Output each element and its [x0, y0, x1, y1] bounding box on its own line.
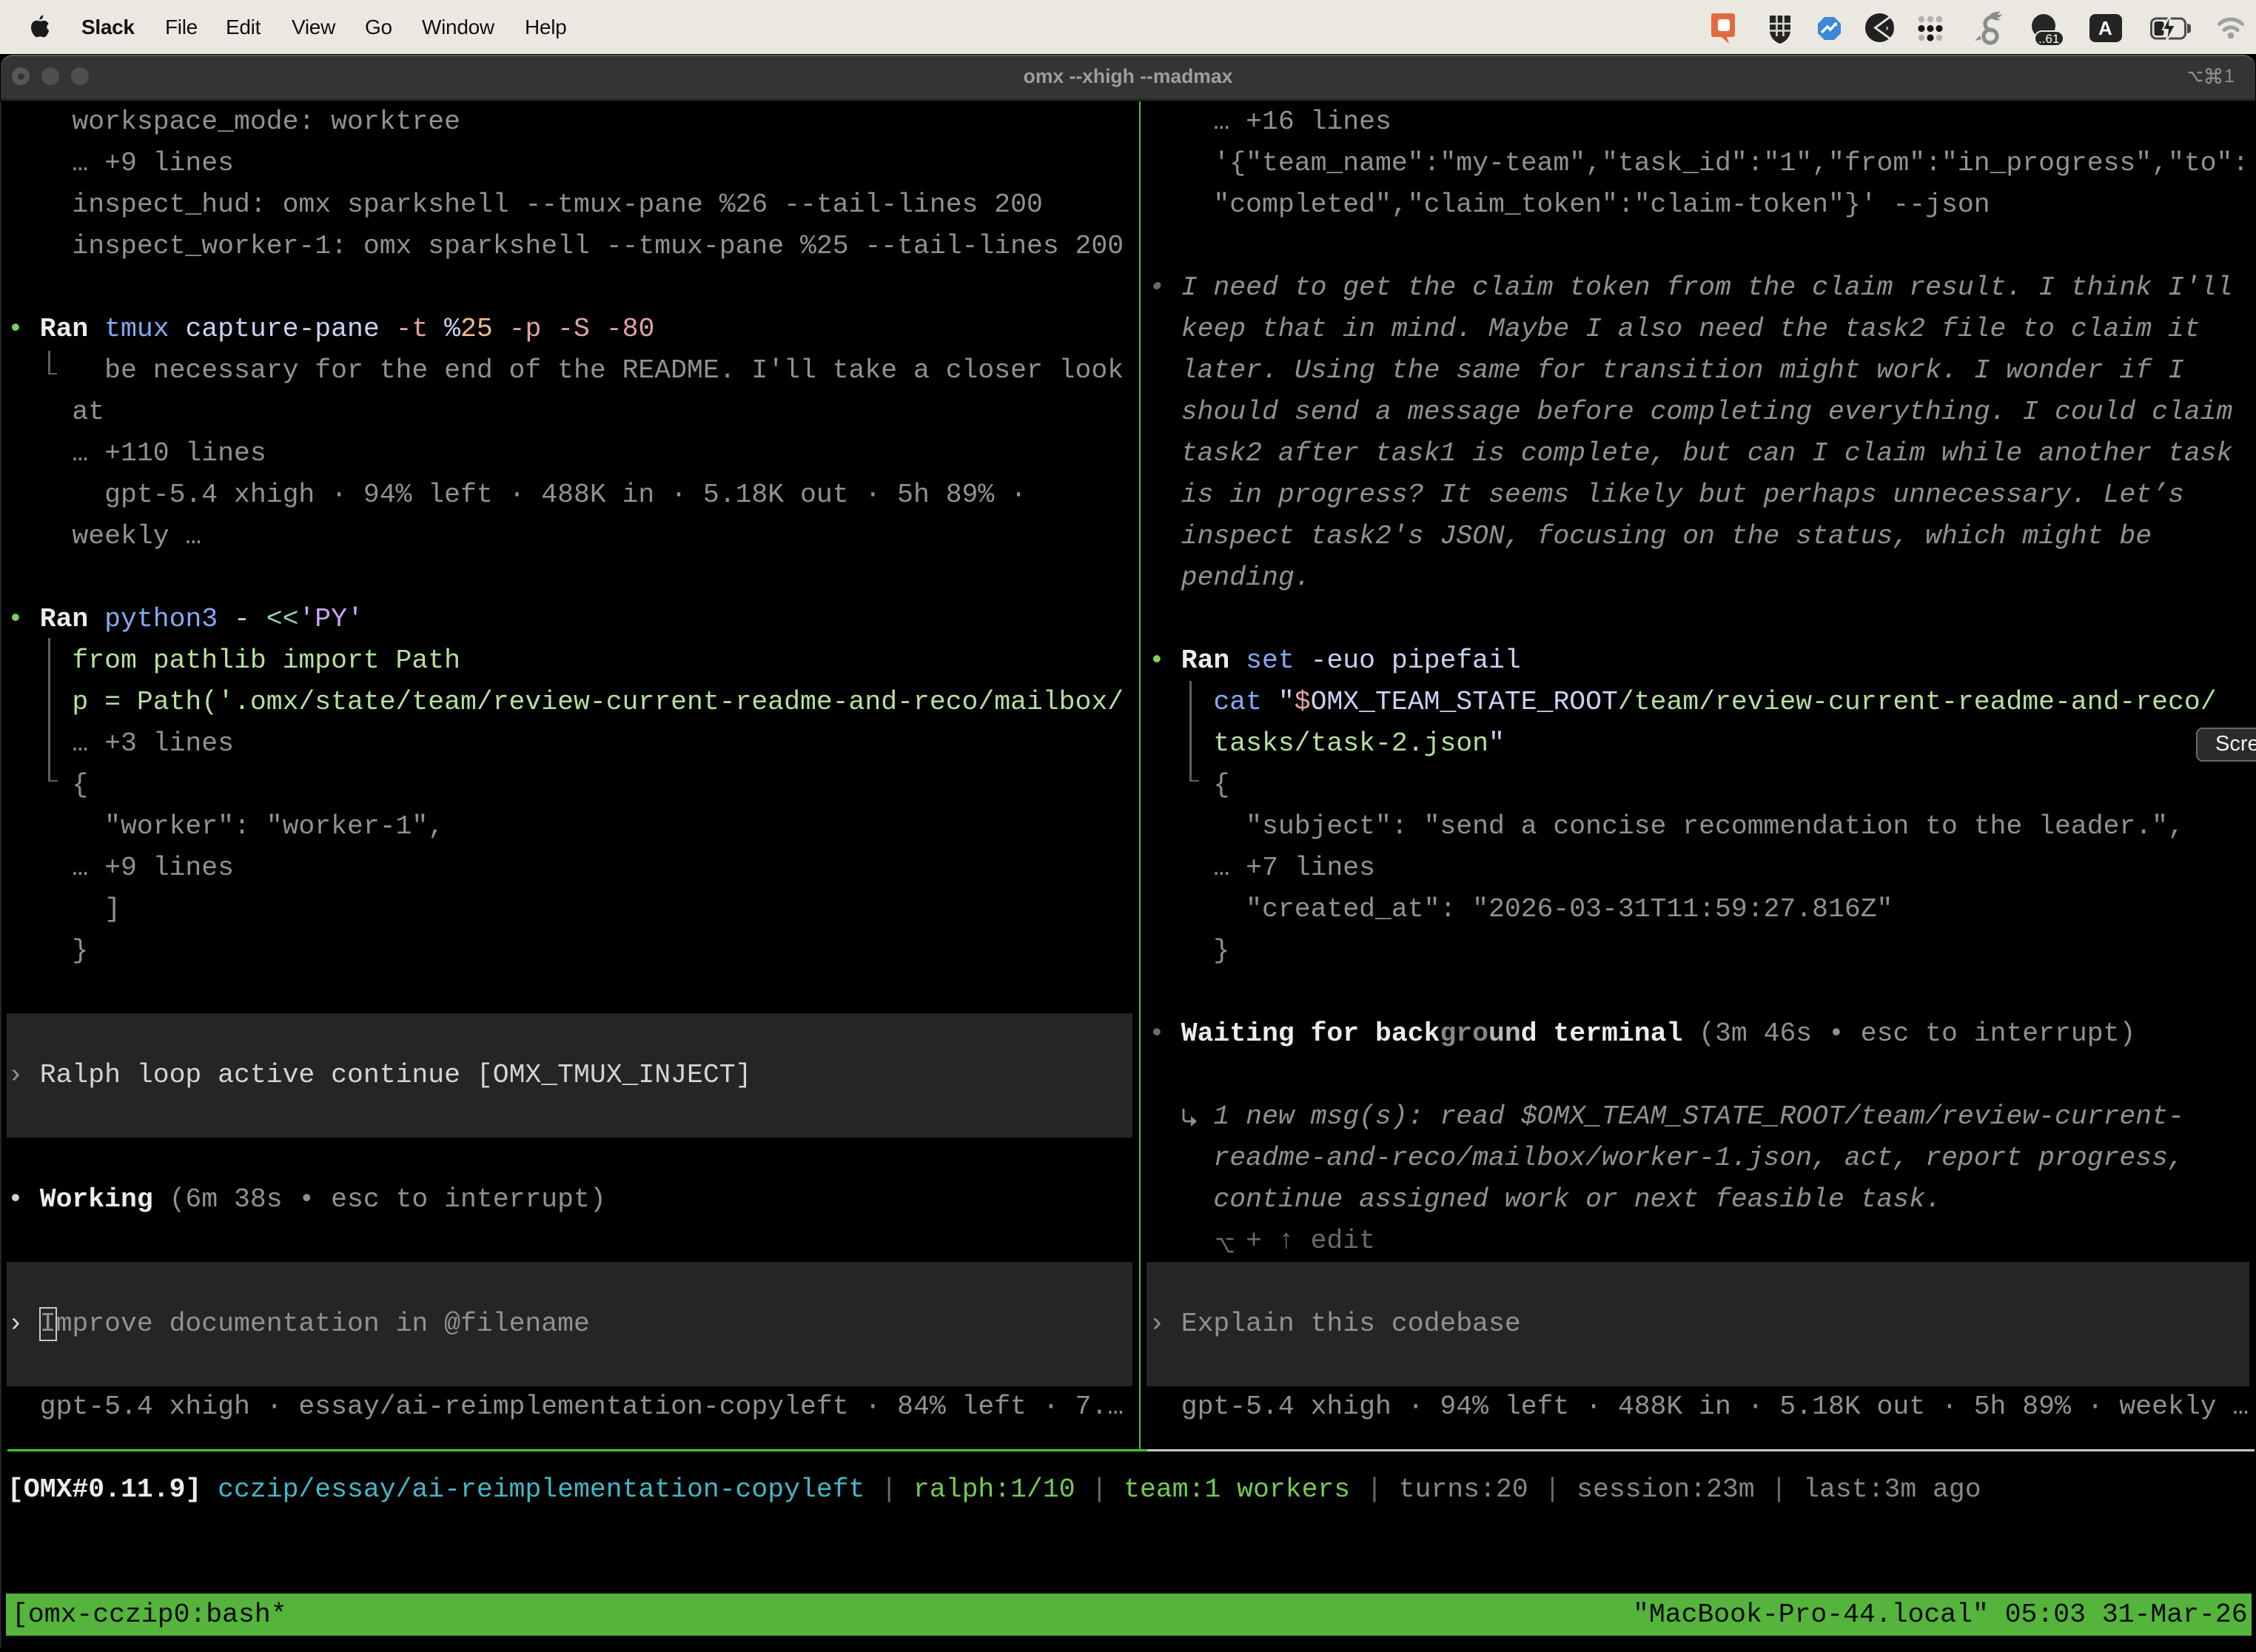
- svg-text:..61: ..61: [2038, 32, 2059, 46]
- svg-text:A: A: [2098, 17, 2112, 39]
